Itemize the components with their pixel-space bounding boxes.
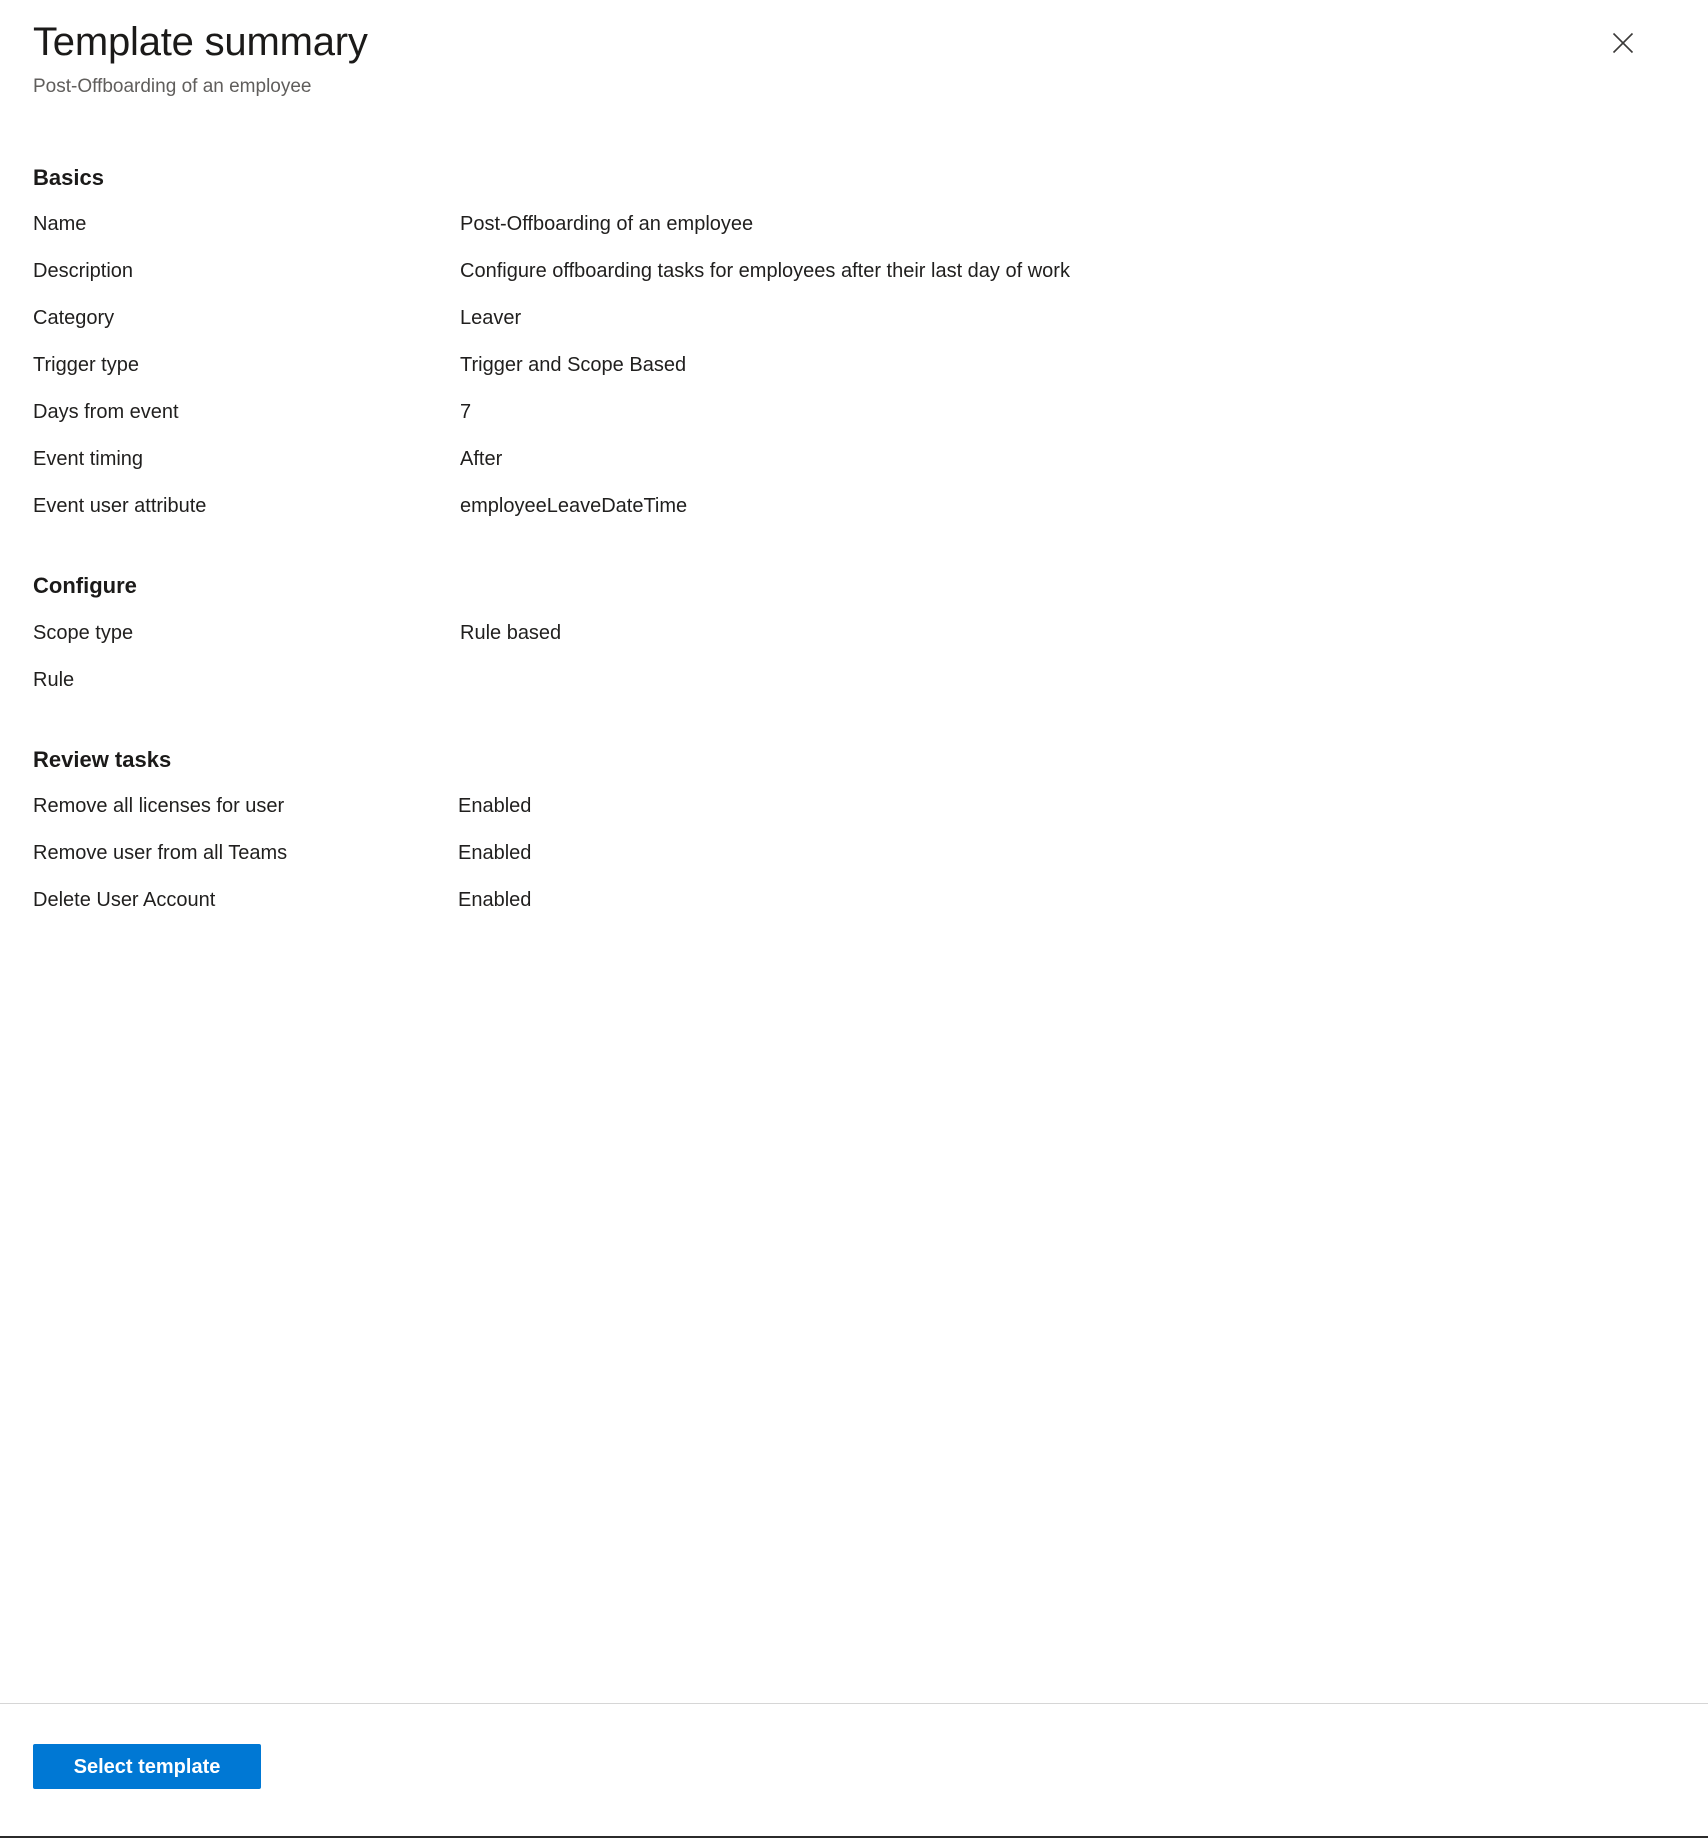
section-heading-configure: Configure [33,573,137,599]
template-summary-panel: Template summary Post-Offboarding of an … [0,0,1708,1838]
row-event-user-attribute: Event user attribute employeeLeaveDateTi… [33,493,1672,540]
row-label: Name [33,213,87,236]
page-title: Template summary [33,20,368,64]
row-value: After [460,448,503,471]
row-value: Trigger and Scope Based [460,354,687,377]
section-heading-basics: Basics [33,164,104,190]
row-days-from-event: Days from event 7 [33,399,1672,446]
row-delete-user-account: Delete User Account Enabled [33,887,1672,934]
row-value: Post-Offboarding of an employee [460,213,754,236]
section-configure: Configure Scope type Rule based Rule [33,572,1672,714]
panel-header: Template summary Post-Offboarding of an … [0,0,1708,100]
row-remove-user-from-teams: Remove user from all Teams Enabled [33,840,1672,887]
status-badge: Enabled [458,795,532,818]
row-value: employeeLeaveDateTime [460,495,688,518]
row-remove-all-licenses: Remove all licenses for user Enabled [33,793,1672,840]
row-label: Rule [33,668,75,691]
row-label: Remove all licenses for user [33,795,285,818]
section-basics: Basics Name Post-Offboarding of an emplo… [33,164,1672,541]
row-label: Description [33,260,134,283]
row-label: Delete User Account [33,889,216,912]
panel-footer: Select template [0,1703,1708,1836]
row-event-timing: Event timing After [33,446,1672,493]
row-label: Event timing [33,448,144,471]
panel-body: Basics Name Post-Offboarding of an emplo… [0,164,1708,935]
row-description: Description Configure offboarding tasks … [33,258,1672,305]
section-heading-review-tasks: Review tasks [33,746,172,772]
select-template-button[interactable]: Select template [33,1744,261,1789]
close-button[interactable] [1600,20,1646,66]
row-label: Event user attribute [33,495,207,518]
row-rule: Rule [33,667,1672,714]
row-value: Leaver [460,307,522,330]
row-value: Rule based [460,621,562,644]
row-label: Category [33,307,115,330]
row-label: Remove user from all Teams [33,842,288,865]
status-badge: Enabled [458,842,532,865]
row-label: Days from event [33,401,179,424]
row-category: Category Leaver [33,305,1672,352]
row-trigger-type: Trigger type Trigger and Scope Based [33,352,1672,399]
page-subtitle: Post-Offboarding of an employee [33,76,312,97]
status-badge: Enabled [458,889,532,912]
row-value: Configure offboarding tasks for employee… [460,260,1070,283]
row-label: Trigger type [33,354,139,377]
row-scope-type: Scope type Rule based [33,620,1672,667]
section-review-tasks: Review tasks Remove all licenses for use… [33,746,1672,935]
row-label: Scope type [33,621,134,644]
close-icon [1611,31,1635,55]
row-value: 7 [460,401,472,424]
row-name: Name Post-Offboarding of an employee [33,211,1672,258]
